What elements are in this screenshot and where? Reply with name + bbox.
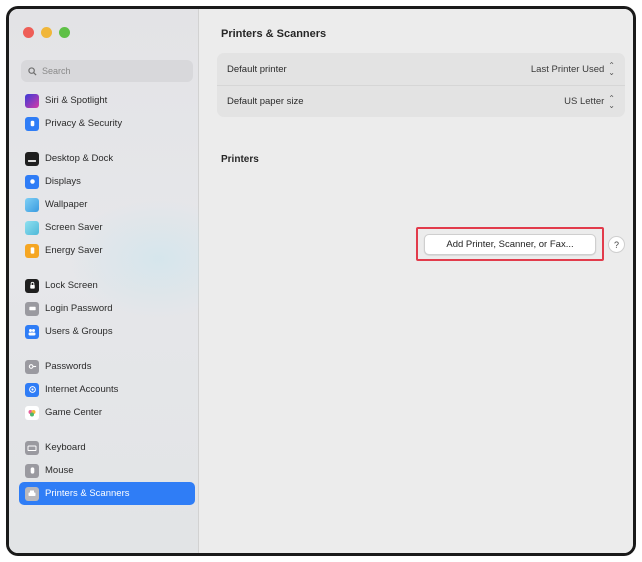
sidebar-item-label: Passwords — [45, 361, 92, 372]
sidebar-nav: Siri & Spotlight Privacy & Security Desk… — [19, 89, 195, 505]
main-content: Printers & Scanners Default printer Last… — [199, 9, 633, 553]
screen-saver-icon — [25, 220, 39, 235]
at-icon — [25, 382, 39, 397]
printer-icon — [25, 486, 39, 501]
keyboard-icon — [25, 440, 39, 455]
default-printer-select[interactable]: Last Printer Used ⌃ ⌄ — [530, 61, 615, 77]
default-settings-group: Default printer Last Printer Used ⌃ ⌄ Def… — [217, 53, 625, 117]
default-paper-value: US Letter — [564, 96, 605, 107]
sidebar-item-game-center[interactable]: Game Center — [19, 401, 195, 424]
sidebar-item-users-groups[interactable]: Users & Groups — [19, 320, 195, 343]
flower-icon — [25, 197, 39, 212]
minimize-window-button[interactable] — [41, 27, 52, 38]
search-icon — [28, 66, 37, 76]
add-printer-highlight: Add Printer, Scanner, or Fax... — [416, 227, 604, 261]
sidebar-item-privacy-security[interactable]: Privacy & Security — [19, 112, 195, 135]
up-down-chevron-icon: ⌃ ⌄ — [608, 61, 615, 77]
sidebar: Search Siri & Spotlight Privacy & Securi… — [9, 9, 249, 553]
sidebar-item-mouse[interactable]: Mouse — [19, 459, 195, 482]
sidebar-item-keyboard[interactable]: Keyboard — [19, 436, 195, 459]
default-printer-label: Default printer — [227, 63, 287, 75]
printers-heading: Printers — [221, 154, 259, 165]
battery-icon — [25, 243, 39, 258]
sidebar-item-label: Displays — [45, 176, 81, 187]
page-title: Printers & Scanners — [221, 28, 327, 40]
sidebar-item-label: Desktop & Dock — [45, 153, 114, 164]
zoom-window-button[interactable] — [59, 27, 70, 38]
sun-icon — [25, 174, 39, 189]
default-paper-select[interactable]: US Letter ⌃ ⌄ — [564, 93, 615, 110]
lock-icon — [25, 278, 39, 293]
sidebar-item-label: Siri & Spotlight — [45, 95, 108, 106]
key-icon — [25, 301, 39, 316]
dock-icon — [25, 151, 39, 166]
close-window-button[interactable] — [23, 27, 34, 38]
sidebar-item-label: Internet Accounts — [45, 384, 119, 395]
sidebar-item-siri-spotlight[interactable]: Siri & Spotlight — [19, 89, 195, 112]
sidebar-item-displays[interactable]: Displays — [19, 170, 195, 193]
add-printer-button[interactable]: Add Printer, Scanner, or Fax... — [424, 233, 596, 255]
window-controls — [23, 27, 70, 38]
window-frame: Search Siri & Spotlight Privacy & Securi… — [6, 6, 636, 556]
game-center-icon — [25, 405, 39, 420]
sidebar-item-label: Privacy & Security — [45, 118, 123, 129]
hand-icon — [25, 116, 39, 131]
search-field[interactable]: Search — [21, 60, 193, 82]
sidebar-item-label: Mouse — [45, 465, 74, 476]
search-placeholder: Search — [42, 66, 71, 76]
sidebar-item-energy-saver[interactable]: Energy Saver — [19, 239, 195, 262]
up-down-chevron-icon: ⌃ ⌄ — [608, 93, 615, 110]
sidebar-item-label: Wallpaper — [45, 199, 88, 210]
sidebar-item-login-password[interactable]: Login Password — [19, 297, 195, 320]
mouse-icon — [25, 463, 39, 478]
sidebar-item-label: Energy Saver — [45, 245, 103, 256]
default-printer-value: Last Printer Used — [530, 63, 605, 75]
sidebar-item-internet-accounts[interactable]: Internet Accounts — [19, 378, 195, 401]
sidebar-item-label: Keyboard — [45, 442, 86, 453]
default-printer-row: Default printer Last Printer Used ⌃ ⌄ — [217, 53, 625, 85]
sidebar-item-label: Screen Saver — [45, 222, 103, 233]
siri-icon — [25, 93, 39, 108]
password-key-icon — [25, 359, 39, 374]
sidebar-item-label: Printers & Scanners — [45, 488, 130, 499]
sidebar-item-desktop-dock[interactable]: Desktop & Dock — [19, 147, 195, 170]
default-paper-row: Default paper size US Letter ⌃ ⌄ — [217, 85, 625, 117]
help-button[interactable]: ? — [608, 236, 625, 253]
sidebar-item-passwords[interactable]: Passwords — [19, 355, 195, 378]
users-icon — [25, 324, 39, 339]
sidebar-item-lock-screen[interactable]: Lock Screen — [19, 274, 195, 297]
sidebar-item-printers-scanners[interactable]: Printers & Scanners — [19, 482, 195, 505]
sidebar-item-label: Lock Screen — [45, 280, 98, 291]
sidebar-item-label: Users & Groups — [45, 326, 113, 337]
sidebar-item-screen-saver[interactable]: Screen Saver — [19, 216, 195, 239]
sidebar-item-label: Login Password — [45, 303, 113, 314]
default-paper-label: Default paper size — [227, 96, 304, 107]
sidebar-item-wallpaper[interactable]: Wallpaper — [19, 193, 195, 216]
settings-window: Search Siri & Spotlight Privacy & Securi… — [9, 9, 633, 553]
sidebar-item-label: Game Center — [45, 407, 103, 418]
